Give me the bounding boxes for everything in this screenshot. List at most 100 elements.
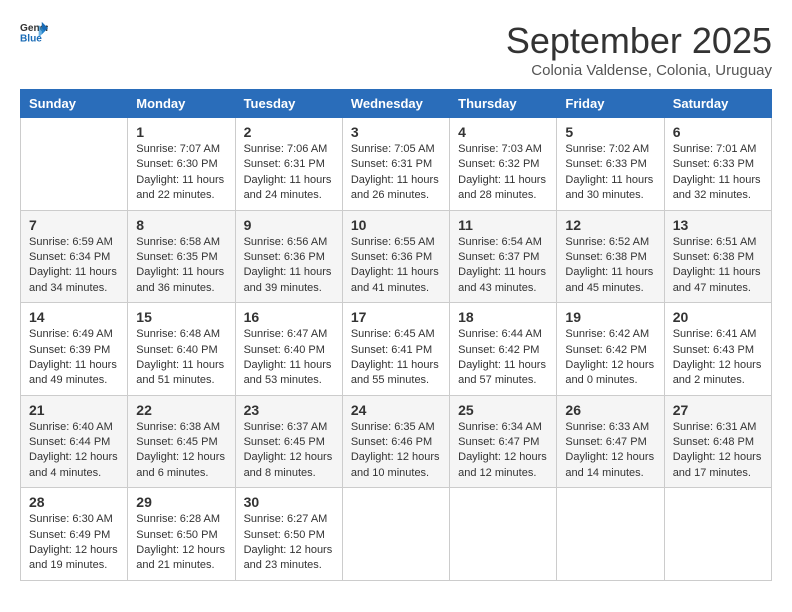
calendar-cell: 8 Sunrise: 6:58 AMSunset: 6:35 PMDaylight… (128, 210, 235, 303)
day-header-saturday: Saturday (664, 90, 771, 118)
logo-icon: General Blue (20, 20, 48, 44)
calendar-cell: 15Sunrise: 6:48 AMSunset: 6:40 PMDayligh… (128, 303, 235, 396)
week-row: 7 Sunrise: 6:59 AMSunset: 6:34 PMDaylight… (21, 210, 772, 303)
week-row: 14 Sunrise: 6:49 AMSunset: 6:39 PMDayligh… (21, 303, 772, 396)
day-info: Sunrise: 7:06 AMSunset: 6:31 PMDaylight:… (244, 142, 334, 204)
calendar-cell: 19 Sunrise: 6:42 AMSunset: 6:42 PMDayligh… (557, 303, 664, 396)
day-info: Sunrise: 6:41 AMSunset: 6:43 PMDaylight:… (673, 327, 763, 389)
calendar-cell: 5Sunrise: 7:02 AMSunset: 6:33 PMDaylight… (557, 118, 664, 211)
calendar-cell (557, 488, 664, 581)
month-title: September 2025 (506, 20, 772, 62)
calendar-cell: 24 Sunrise: 6:35 AMSunset: 6:46 PMDayligh… (342, 395, 449, 488)
day-info: Sunrise: 7:05 AMSunset: 6:31 PMDaylight:… (351, 142, 441, 204)
location-subtitle: Colonia Valdense, Colonia, Uruguay (506, 62, 772, 79)
calendar-cell: 9 Sunrise: 6:56 AMSunset: 6:36 PMDaylight… (235, 210, 342, 303)
calendar-cell: 25Sunrise: 6:34 AMSunset: 6:47 PMDayligh… (450, 395, 557, 488)
calendar-cell (450, 488, 557, 581)
day-info: Sunrise: 6:37 AMSunset: 6:45 PMDaylight:… (244, 420, 334, 482)
day-info: Sunrise: 6:52 AMSunset: 6:38 PMDaylight:… (565, 235, 655, 297)
day-number: 23 (244, 402, 334, 418)
day-number: 12 (565, 217, 655, 233)
calendar-cell: 10 Sunrise: 6:55 AMSunset: 6:36 PMDayligh… (342, 210, 449, 303)
day-number: 15 (136, 309, 226, 325)
day-number: 11 (458, 217, 548, 233)
day-number: 19 (565, 309, 655, 325)
day-info: Sunrise: 7:02 AMSunset: 6:33 PMDaylight:… (565, 142, 655, 204)
day-header-thursday: Thursday (450, 90, 557, 118)
day-number: 22 (136, 402, 226, 418)
calendar-cell: 3 Sunrise: 7:05 AMSunset: 6:31 PMDaylight… (342, 118, 449, 211)
week-row: 1 Sunrise: 7:07 AMSunset: 6:30 PMDaylight… (21, 118, 772, 211)
day-number: 1 (136, 124, 226, 140)
calendar-cell: 27 Sunrise: 6:31 AMSunset: 6:48 PMDayligh… (664, 395, 771, 488)
day-header-friday: Friday (557, 90, 664, 118)
calendar-cell: 29Sunrise: 6:28 AMSunset: 6:50 PMDayligh… (128, 488, 235, 581)
day-info: Sunrise: 6:59 AMSunset: 6:34 PMDaylight:… (29, 235, 119, 297)
day-header-sunday: Sunday (21, 90, 128, 118)
header-row: SundayMondayTuesdayWednesdayThursdayFrid… (21, 90, 772, 118)
day-info: Sunrise: 7:03 AMSunset: 6:32 PMDaylight:… (458, 142, 548, 204)
day-number: 18 (458, 309, 548, 325)
day-info: Sunrise: 6:44 AMSunset: 6:42 PMDaylight:… (458, 327, 548, 389)
calendar-cell: 22 Sunrise: 6:38 AMSunset: 6:45 PMDayligh… (128, 395, 235, 488)
day-number: 25 (458, 402, 548, 418)
day-info: Sunrise: 6:58 AMSunset: 6:35 PMDaylight:… (136, 235, 226, 297)
day-info: Sunrise: 6:35 AMSunset: 6:46 PMDaylight:… (351, 420, 441, 482)
day-info: Sunrise: 6:42 AMSunset: 6:42 PMDaylight:… (565, 327, 655, 389)
day-info: Sunrise: 6:55 AMSunset: 6:36 PMDaylight:… (351, 235, 441, 297)
calendar-cell: 4 Sunrise: 7:03 AMSunset: 6:32 PMDaylight… (450, 118, 557, 211)
calendar-cell: 20 Sunrise: 6:41 AMSunset: 6:43 PMDayligh… (664, 303, 771, 396)
day-info: Sunrise: 6:45 AMSunset: 6:41 PMDaylight:… (351, 327, 441, 389)
title-block: September 2025 Colonia Valdense, Colonia… (506, 20, 772, 79)
week-row: 28 Sunrise: 6:30 AMSunset: 6:49 PMDayligh… (21, 488, 772, 581)
day-info: Sunrise: 6:28 AMSunset: 6:50 PMDaylight:… (136, 512, 226, 574)
calendar-table: SundayMondayTuesdayWednesdayThursdayFrid… (20, 89, 772, 581)
day-number: 10 (351, 217, 441, 233)
day-number: 17 (351, 309, 441, 325)
page-header: General Blue September 2025 Colonia Vald… (20, 20, 772, 79)
day-info: Sunrise: 6:49 AMSunset: 6:39 PMDaylight:… (29, 327, 119, 389)
day-number: 3 (351, 124, 441, 140)
calendar-cell: 26Sunrise: 6:33 AMSunset: 6:47 PMDayligh… (557, 395, 664, 488)
day-info: Sunrise: 6:54 AMSunset: 6:37 PMDaylight:… (458, 235, 548, 297)
calendar-cell: 6Sunrise: 7:01 AMSunset: 6:33 PMDaylight… (664, 118, 771, 211)
day-number: 27 (673, 402, 763, 418)
day-info: Sunrise: 6:40 AMSunset: 6:44 PMDaylight:… (29, 420, 119, 482)
day-info: Sunrise: 7:07 AMSunset: 6:30 PMDaylight:… (136, 142, 226, 204)
calendar-cell: 1 Sunrise: 7:07 AMSunset: 6:30 PMDaylight… (128, 118, 235, 211)
calendar-cell: 2 Sunrise: 7:06 AMSunset: 6:31 PMDaylight… (235, 118, 342, 211)
day-number: 4 (458, 124, 548, 140)
day-info: Sunrise: 6:56 AMSunset: 6:36 PMDaylight:… (244, 235, 334, 297)
day-number: 30 (244, 494, 334, 510)
day-number: 24 (351, 402, 441, 418)
calendar-cell: 13Sunrise: 6:51 AMSunset: 6:38 PMDayligh… (664, 210, 771, 303)
calendar-cell (664, 488, 771, 581)
calendar-cell: 30 Sunrise: 6:27 AMSunset: 6:50 PMDayligh… (235, 488, 342, 581)
day-number: 21 (29, 402, 119, 418)
day-info: Sunrise: 6:47 AMSunset: 6:40 PMDaylight:… (244, 327, 334, 389)
calendar-cell (342, 488, 449, 581)
day-info: Sunrise: 6:33 AMSunset: 6:47 PMDaylight:… (565, 420, 655, 482)
calendar-cell: 18 Sunrise: 6:44 AMSunset: 6:42 PMDayligh… (450, 303, 557, 396)
day-info: Sunrise: 6:30 AMSunset: 6:49 PMDaylight:… (29, 512, 119, 574)
day-info: Sunrise: 7:01 AMSunset: 6:33 PMDaylight:… (673, 142, 763, 204)
calendar-cell: 17 Sunrise: 6:45 AMSunset: 6:41 PMDayligh… (342, 303, 449, 396)
day-number: 7 (29, 217, 119, 233)
day-number: 28 (29, 494, 119, 510)
calendar-cell: 14 Sunrise: 6:49 AMSunset: 6:39 PMDayligh… (21, 303, 128, 396)
day-info: Sunrise: 6:38 AMSunset: 6:45 PMDaylight:… (136, 420, 226, 482)
calendar-cell (21, 118, 128, 211)
day-number: 14 (29, 309, 119, 325)
day-info: Sunrise: 6:31 AMSunset: 6:48 PMDaylight:… (673, 420, 763, 482)
calendar-cell: 16Sunrise: 6:47 AMSunset: 6:40 PMDayligh… (235, 303, 342, 396)
day-header-tuesday: Tuesday (235, 90, 342, 118)
day-number: 2 (244, 124, 334, 140)
day-number: 20 (673, 309, 763, 325)
day-info: Sunrise: 6:51 AMSunset: 6:38 PMDaylight:… (673, 235, 763, 297)
day-number: 8 (136, 217, 226, 233)
day-header-monday: Monday (128, 90, 235, 118)
day-info: Sunrise: 6:27 AMSunset: 6:50 PMDaylight:… (244, 512, 334, 574)
day-number: 9 (244, 217, 334, 233)
calendar-cell: 28 Sunrise: 6:30 AMSunset: 6:49 PMDayligh… (21, 488, 128, 581)
logo: General Blue (20, 20, 48, 44)
